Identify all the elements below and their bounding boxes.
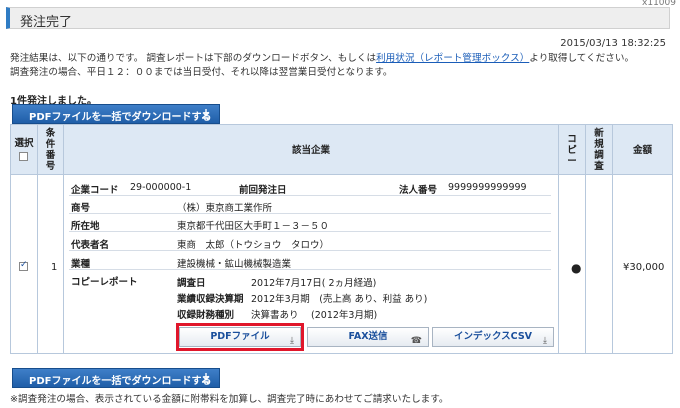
corp-no: 9999999999999 [448,182,527,193]
usage-status-link[interactable]: 利用状況（レポート管理ボックス） [376,53,529,64]
fax-send-button[interactable]: FAX送信 ☎ [307,327,429,347]
description-line-2: 調査発注の場合、平日１２：００までは当日受付、それ以降は翌営業日受付となります。 [10,67,393,78]
timestamp: 2015/03/13 18:32:25 [560,38,666,49]
download-all-pdf-button-bottom[interactable]: PDFファイルを一括でダウンロードする [12,368,220,388]
finance-label: 収録財務種別 [177,310,235,321]
page-title-bar: 発注完了 [6,7,670,30]
name-label: 商号 [71,203,91,214]
download-icon [202,109,210,119]
results: 2012年3月期 (売上高 あり、利益 あり) [251,294,428,305]
download-icon [202,373,210,383]
industry: 建設機械・鉱山機械製造業 [177,259,292,270]
header-select: 選択 [14,138,34,149]
header-company: 該当企業 [291,145,330,156]
footnote: ※調査発注の場合、表示されている金額に附帯料を加算し、調査完了時にあわせてご請求… [10,394,449,405]
prev-order-label: 前回発注日 [239,185,287,196]
download-all-label: PDFファイルを一括でダウンロードする [29,376,212,387]
header-item-no: 条 件 番 号 [45,128,56,172]
company-code: 29-000000-1 [130,182,192,193]
company-code-label: 企業コード [71,185,119,196]
results-label: 業績収録決算期 [177,294,244,305]
address-label: 所在地 [71,221,100,232]
highlight-box [176,323,304,351]
company-name: （株）東京商工業作所 [177,203,273,214]
address: 東京都千代田区大手町１－３－５０ [177,221,330,232]
download-all-label: PDFファイルを一括でダウンロードする [29,112,212,123]
industry-label: 業種 [71,259,91,270]
description-line-1: 発注結果は、以下の通りです。 調査レポートは下部のダウンロードボタン、もしくは利… [10,53,635,64]
order-table: 選択 条 件 番 号 該当企業 コ ピ ー 新 規 調 査 金額 1 ● ¥30… [10,124,673,354]
survey-date: 2012年7月17日( 2ヵ月経過) [251,278,377,289]
finance: 決算書あり (2012年3月期) [251,310,378,321]
row-number: 1 [51,262,58,273]
download-all-pdf-button-top[interactable]: PDFファイルを一括でダウンロードする [12,104,220,124]
header-amount: 金額 [632,145,652,156]
select-all-checkbox[interactable] [19,152,28,161]
header-copy: コ ピ ー [567,134,577,167]
copy-mark: ● [571,261,582,275]
representative: 東商 太郎（トウショウ タロウ） [177,240,330,251]
page-title: 発注完了 [20,15,73,30]
survey-date-label: 調査日 [177,278,206,289]
fax-icon: ☎ [410,336,422,346]
corp-no-label: 法人番号 [399,185,438,196]
row-select-checkbox[interactable] [19,260,28,271]
row-amount: ¥30,000 [623,262,665,273]
rep-label: 代表者名 [71,240,110,251]
header-new-survey: 新 規 調 査 [594,128,604,172]
copy-report-label: コピーレポート [71,277,138,288]
index-csv-button[interactable]: インデックスCSV ⤓ [432,327,554,347]
download-icon: ⤓ [543,336,547,346]
description: 発注結果は、以下の通りです。 調査レポートは下部のダウンロードボタン、もしくは利… [10,52,674,80]
